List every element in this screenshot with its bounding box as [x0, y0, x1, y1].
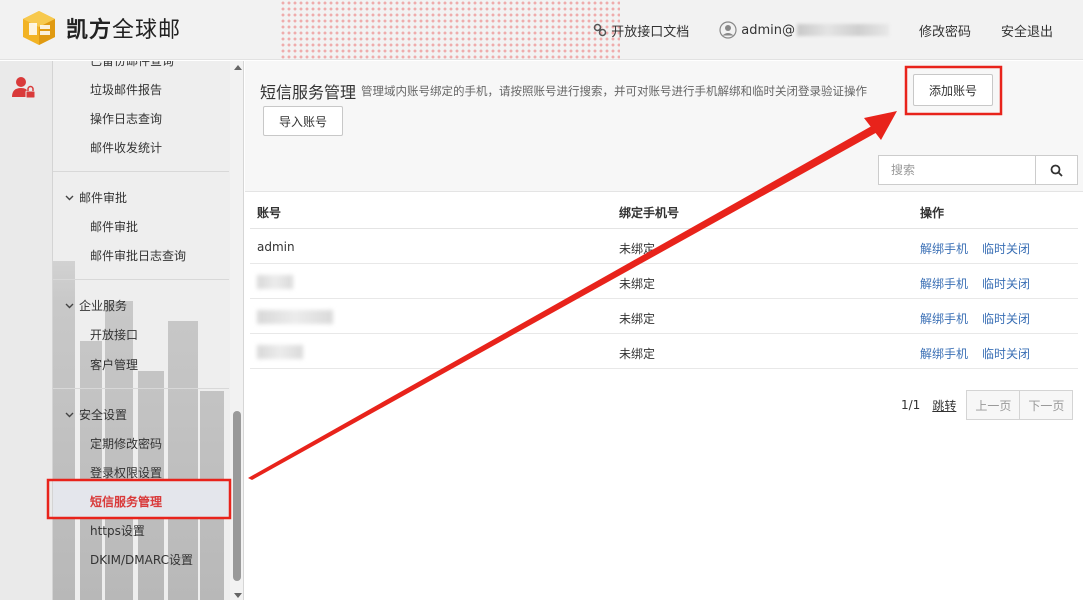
sidebar-item-sms-service[interactable]: 短信服务管理 — [90, 493, 162, 510]
temp-close-link[interactable]: 临时关闭 — [982, 310, 1030, 327]
sidebar-item-password-policy[interactable]: 定期修改密码 — [90, 435, 162, 452]
account-cell-redacted — [257, 275, 293, 292]
phone-cell: 未绑定 — [619, 312, 656, 326]
link-icon — [593, 23, 607, 37]
main-content: 短信服务管理 管理域内账号绑定的手机，请按照账号进行搜索，并可对账号进行手机解绑… — [245, 61, 1083, 600]
user-avatar-icon — [719, 21, 737, 39]
page-description: 管理域内账号绑定的手机，请按照账号进行搜索，并可对账号进行手机解绑和临时关闭登录… — [361, 84, 867, 98]
sidebar-item-spam-report[interactable]: 垃圾邮件报告 — [90, 81, 162, 98]
sidebar-item-login-permission[interactable]: 登录权限设置 — [90, 464, 162, 481]
api-docs-label: 开放接口文档 — [611, 24, 690, 40]
account-cell-redacted — [257, 345, 303, 362]
logo-text: 凯方全球邮 — [66, 18, 182, 43]
unbind-phone-link[interactable]: 解绑手机 — [920, 345, 968, 362]
temp-close-link[interactable]: 临时关闭 — [982, 240, 1030, 257]
sidebar-item-customer-mgmt[interactable]: 客户管理 — [90, 356, 138, 373]
account-cell-redacted — [257, 310, 333, 327]
city-skyline-background — [53, 141, 243, 600]
api-docs-link[interactable]: 开放接口文档 — [593, 21, 689, 40]
icon-rail — [0, 61, 53, 600]
admin-user-lock-icon[interactable] — [11, 75, 37, 104]
sidebar-scrollbar[interactable] — [230, 61, 243, 600]
column-header-actions: 操作 — [920, 206, 945, 220]
table-row: 未绑定 解绑手机 临时关闭 — [250, 334, 1078, 369]
table-row: 未绑定 解绑手机 临时关闭 — [250, 264, 1078, 299]
add-account-button[interactable]: 添加账号 — [913, 74, 993, 106]
sidebar-item-operation-log[interactable]: 操作日志查询 — [90, 110, 162, 127]
sidebar-group-approval[interactable]: 邮件审批 — [65, 189, 127, 206]
search-icon — [1050, 164, 1063, 177]
logout-link[interactable]: 安全退出 — [1001, 21, 1053, 40]
scroll-thumb[interactable] — [233, 411, 241, 581]
pagination: 1/1 跳转 上一页 下一页 — [901, 390, 1074, 420]
sidebar-item-backup-query[interactable]: 已备份邮件查询 — [90, 61, 174, 69]
search-input[interactable] — [879, 156, 1036, 184]
sidebar-group-enterprise[interactable]: 企业服务 — [65, 297, 127, 314]
page-info: 1/1 — [901, 398, 921, 412]
redacted-domain — [796, 24, 889, 36]
page-title: 短信服务管理 — [260, 83, 357, 102]
sidebar-item-approval[interactable]: 邮件审批 — [90, 218, 138, 235]
sidebar-group-security[interactable]: 安全设置 — [65, 406, 127, 423]
phone-cell: 未绑定 — [619, 242, 656, 256]
sidebar-item-mail-stats[interactable]: 邮件收发统计 — [90, 139, 162, 156]
next-page-button[interactable]: 下一页 — [1019, 390, 1074, 420]
temp-close-link[interactable]: 临时关闭 — [982, 345, 1030, 362]
account-cell: admin — [257, 240, 295, 254]
chevron-down-icon — [65, 303, 74, 308]
user-menu[interactable]: admin@ — [719, 21, 889, 39]
unbind-phone-link[interactable]: 解绑手机 — [920, 275, 968, 292]
scroll-up-arrow-icon[interactable] — [234, 65, 242, 70]
sidebar-item-https[interactable]: https设置 — [90, 522, 145, 539]
change-password-link[interactable]: 修改密码 — [919, 21, 971, 40]
accounts-table: 账号 绑定手机号 操作 admin 未绑定 解绑手机 临时关闭 未绑定 解绑手机临… — [250, 193, 1078, 369]
phone-cell: 未绑定 — [619, 277, 656, 291]
top-header: 凯方全球邮 开放接口文档 admin@ 修改密码 安全退出 — [0, 0, 1083, 60]
search-button[interactable] — [1035, 156, 1077, 184]
import-account-button[interactable]: 导入账号 — [263, 106, 343, 136]
phone-cell: 未绑定 — [619, 347, 656, 361]
sidebar-item-approval-log[interactable]: 邮件审批日志查询 — [90, 247, 186, 264]
sidebar-item-dkim-dmarc[interactable]: DKIM/DMARC设置 — [90, 551, 193, 568]
chevron-down-icon — [65, 412, 74, 417]
sidebar-nav: 已备份邮件查询 垃圾邮件报告 操作日志查询 邮件收发统计 邮件审批 邮件审批 邮… — [53, 61, 244, 600]
world-map-decoration — [280, 0, 620, 59]
unbind-phone-link[interactable]: 解绑手机 — [920, 240, 968, 257]
page-jump-link[interactable]: 跳转 — [932, 397, 956, 414]
temp-close-link[interactable]: 临时关闭 — [982, 275, 1030, 292]
column-header-account: 账号 — [257, 206, 282, 220]
table-header: 账号 绑定手机号 操作 — [250, 193, 1078, 229]
unbind-phone-link[interactable]: 解绑手机 — [920, 310, 968, 327]
chevron-down-icon — [65, 195, 74, 200]
scroll-down-arrow-icon[interactable] — [234, 593, 242, 598]
logo-icon — [20, 9, 58, 47]
table-row: 未绑定 解绑手机 临时关闭 — [250, 299, 1078, 334]
column-header-phone: 绑定手机号 — [619, 206, 680, 220]
sidebar-item-open-api[interactable]: 开放接口 — [90, 326, 138, 343]
user-email: admin@ — [741, 22, 795, 38]
page-toolbar: 短信服务管理 管理域内账号绑定的手机，请按照账号进行搜索，并可对账号进行手机解绑… — [245, 61, 1083, 192]
search-box — [878, 155, 1078, 185]
logo[interactable]: 凯方全球邮 — [20, 9, 181, 47]
table-row: admin 未绑定 解绑手机 临时关闭 — [250, 229, 1078, 264]
prev-page-button[interactable]: 上一页 — [966, 390, 1021, 420]
